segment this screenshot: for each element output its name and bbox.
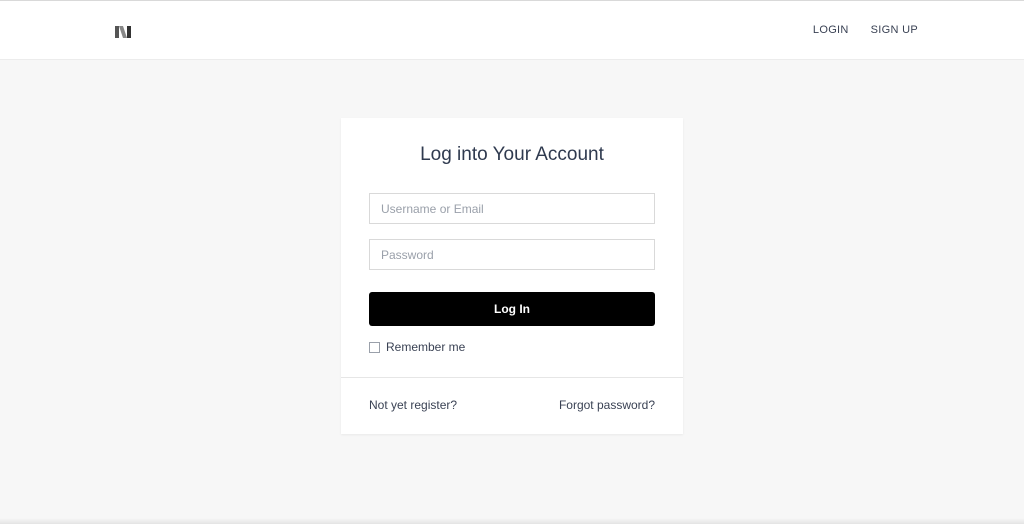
password-field-wrapper — [369, 239, 655, 270]
nav-signup-link[interactable]: SIGN UP — [871, 24, 918, 36]
register-link[interactable]: Not yet register? — [369, 398, 457, 412]
username-input[interactable] — [370, 194, 654, 223]
login-card: Log into Your Account Log In Remember me… — [341, 118, 683, 434]
bottom-shadow — [0, 518, 1024, 524]
login-title: Log into Your Account — [420, 144, 604, 165]
remember-me-label[interactable]: Remember me — [386, 340, 465, 354]
password-input[interactable] — [370, 240, 654, 269]
top-navigation-bar: LOGIN SIGN UP — [0, 0, 1024, 60]
forgot-password-link[interactable]: Forgot password? — [559, 398, 655, 412]
header-nav: LOGIN SIGN UP — [813, 24, 918, 36]
login-submit-button[interactable]: Log In — [369, 292, 655, 326]
remember-me-checkbox[interactable] — [369, 341, 380, 353]
username-field-wrapper — [369, 193, 655, 224]
card-divider — [341, 377, 683, 378]
remember-me-row: Remember me — [369, 340, 465, 354]
nav-login-link[interactable]: LOGIN — [813, 24, 849, 36]
brand-logo-icon[interactable] — [114, 24, 132, 40]
